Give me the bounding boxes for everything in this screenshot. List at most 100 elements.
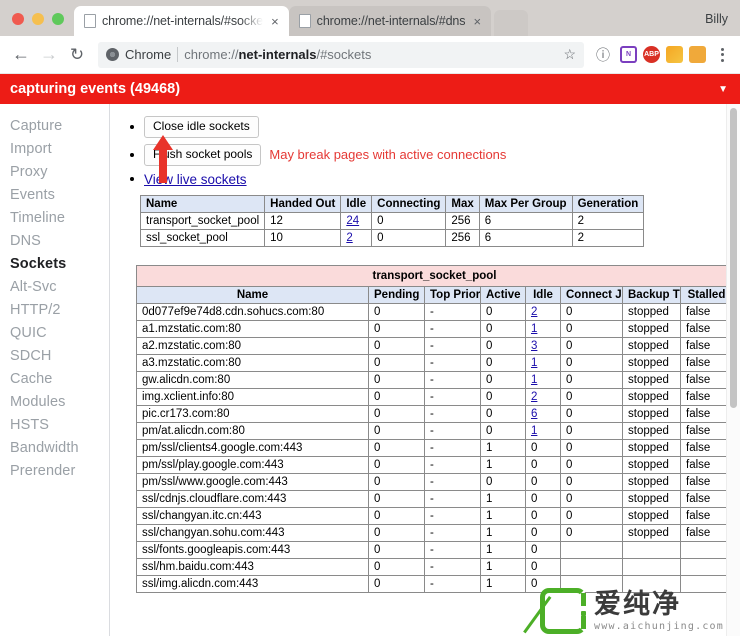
cell-idle: 2 xyxy=(525,388,561,407)
page-info-icon[interactable]: ⓘ xyxy=(592,45,614,65)
cell-active: 1 xyxy=(480,507,526,526)
address-bar[interactable]: Chrome chrome://net-internals/#sockets ☆ xyxy=(98,41,584,68)
close-icon[interactable]: × xyxy=(471,15,483,28)
idle-count-link[interactable]: 1 xyxy=(531,357,537,369)
sidebar-item-hsts[interactable]: HSTS xyxy=(0,413,109,436)
table-row: ssl/cdnjs.cloudflare.com:443 0-1 0 0 stopped… xyxy=(136,490,733,509)
cell-stalled: false xyxy=(680,490,733,509)
sidebar-item-cache[interactable]: Cache xyxy=(0,367,109,390)
idle-count-link[interactable]: 2 xyxy=(346,232,352,244)
sidebar-item-alt-svc[interactable]: Alt-Svc xyxy=(0,275,109,298)
new-tab-button[interactable] xyxy=(494,10,529,36)
cell-active: 0 xyxy=(480,303,526,322)
cell-pending: 0 xyxy=(368,354,425,373)
table-row: ssl_socket_pool 10 2 0 256 6 2 xyxy=(139,228,645,247)
idle-count-link[interactable]: 6 xyxy=(531,408,537,420)
sidebar-item-timeline[interactable]: Timeline xyxy=(0,206,109,229)
sidebar-item-http2[interactable]: HTTP/2 xyxy=(0,298,109,321)
scrollbar-thumb[interactable] xyxy=(730,108,737,408)
sidebar-item-quic[interactable]: QUIC xyxy=(0,321,109,344)
idle-count-link[interactable]: 1 xyxy=(531,374,537,386)
sidebar-item-dns[interactable]: DNS xyxy=(0,229,109,252)
cell-connect-jobs xyxy=(560,541,623,560)
sidebar-item-sdch[interactable]: SDCH xyxy=(0,344,109,367)
cell-idle: 1 xyxy=(525,371,561,390)
cell-connect-jobs: 0 xyxy=(560,524,623,543)
cell-active: 0 xyxy=(480,354,526,373)
table-row: ssl/changyan.itc.cn:443 0-1 0 0 stopped false xyxy=(136,507,733,526)
cell-name: a1.mzstatic.com:80 xyxy=(136,320,369,339)
cell-name: ssl_socket_pool xyxy=(139,228,266,247)
cell-connect-jobs: 0 xyxy=(560,422,623,441)
cell-backup-timer: stopped xyxy=(622,507,681,526)
sidebar-item-capture[interactable]: Capture xyxy=(0,114,109,137)
profile-name[interactable]: Billy xyxy=(705,12,740,36)
transport-socket-pool-section: transport_socket_pool Name Pending Top P… xyxy=(136,264,740,594)
sidebar-item-sockets[interactable]: Sockets xyxy=(0,252,109,275)
extension-purple-icon[interactable]: N xyxy=(620,46,637,63)
idle-count-link[interactable]: 2 xyxy=(531,391,537,403)
cell-active: 1 xyxy=(480,439,526,458)
close-window-button[interactable] xyxy=(12,13,24,25)
cell-generation: 2 xyxy=(571,228,645,247)
cell-backup-timer: stopped xyxy=(622,439,681,458)
cell-connect-jobs: 0 xyxy=(560,371,623,390)
cell-idle: 6 xyxy=(525,405,561,424)
cell-connect-jobs: 0 xyxy=(560,456,623,475)
bookmark-star-icon[interactable]: ☆ xyxy=(563,46,576,63)
sidebar-item-import[interactable]: Import xyxy=(0,137,109,160)
cell-connect-jobs: 0 xyxy=(560,303,623,322)
idle-count-link[interactable]: 1 xyxy=(531,323,537,335)
extension-adblock-plus-icon[interactable]: ABP xyxy=(643,46,660,63)
idle-count-link[interactable]: 3 xyxy=(531,340,537,352)
cell-name: a2.mzstatic.com:80 xyxy=(136,337,369,356)
table-row: 0d077ef9e74d8.cdn.sohucs.com:80 0-0 2 0 stop… xyxy=(136,303,733,322)
idle-count-link[interactable]: 1 xyxy=(531,425,537,437)
cell-active: 1 xyxy=(480,524,526,543)
cell-backup-timer: stopped xyxy=(622,303,681,322)
sidebar-item-modules[interactable]: Modules xyxy=(0,390,109,413)
idle-count-link[interactable]: 24 xyxy=(346,215,359,227)
sidebar-item-proxy[interactable]: Proxy xyxy=(0,160,109,183)
sidebar-item-prerender[interactable]: Prerender xyxy=(0,459,109,482)
sidebar-item-bandwidth[interactable]: Bandwidth xyxy=(0,436,109,459)
cell-name: ssl/fonts.googleapis.com:443 xyxy=(136,541,369,560)
chrome-menu-icon[interactable] xyxy=(712,47,732,62)
back-icon[interactable]: ← xyxy=(8,42,34,68)
cell-pending: 0 xyxy=(368,456,425,475)
cell-pending: 0 xyxy=(368,371,425,390)
maximize-window-button[interactable] xyxy=(52,13,64,25)
scrollbar-track[interactable] xyxy=(726,104,740,636)
reload-icon[interactable]: ↻ xyxy=(64,42,90,68)
tab-dns[interactable]: chrome://net-internals/#dns × xyxy=(288,6,492,36)
close-icon[interactable]: × xyxy=(269,15,281,28)
cell-name: 0d077ef9e74d8.cdn.sohucs.com:80 xyxy=(136,303,369,322)
cell-stalled xyxy=(680,541,733,560)
cell-connecting: 0 xyxy=(371,211,447,230)
cell-backup-timer: stopped xyxy=(622,422,681,441)
capture-status-banner[interactable]: capturing events (49468) ▼ xyxy=(0,74,740,104)
capture-status-text: capturing events (49468) xyxy=(10,81,181,97)
cell-name: ssl/changyan.itc.cn:443 xyxy=(136,507,369,526)
socket-pool-summary-table: Name Handed Out Idle Connecting Max Max … xyxy=(139,194,645,247)
column-header-connect-jobs: Connect Jobs xyxy=(560,285,623,305)
tab-sockets[interactable]: chrome://net-internals/#socke × xyxy=(74,6,289,36)
extension-pumpkin-icon[interactable] xyxy=(689,46,706,63)
idle-count-link[interactable]: 2 xyxy=(531,306,537,318)
extension-chart-icon[interactable] xyxy=(666,46,683,63)
minimize-window-button[interactable] xyxy=(32,13,44,25)
cell-stalled xyxy=(680,558,733,577)
table-body: 0d077ef9e74d8.cdn.sohucs.com:80 0-0 2 0 stop… xyxy=(136,303,733,594)
cell-active: 1 xyxy=(480,558,526,577)
cell-name: ssl/cdnjs.cloudflare.com:443 xyxy=(136,490,369,509)
watermark: 爱纯净 www.aichunjing.com xyxy=(540,588,724,634)
cell-top-priority: - xyxy=(424,524,481,543)
cell-backup-timer: stopped xyxy=(622,354,681,373)
table-row: a2.mzstatic.com:80 0-0 3 0 stopped false xyxy=(136,337,733,356)
cell-max: 256 xyxy=(445,228,480,247)
table-row: pm/at.alicdn.com:80 0-0 1 0 stopped false xyxy=(136,422,733,441)
table-row: pic.cr173.com:80 0-0 6 0 stopped false xyxy=(136,405,733,424)
cell-handed-out: 12 xyxy=(264,211,342,230)
sidebar-item-events[interactable]: Events xyxy=(0,183,109,206)
chevron-down-icon[interactable]: ▼ xyxy=(718,84,728,95)
